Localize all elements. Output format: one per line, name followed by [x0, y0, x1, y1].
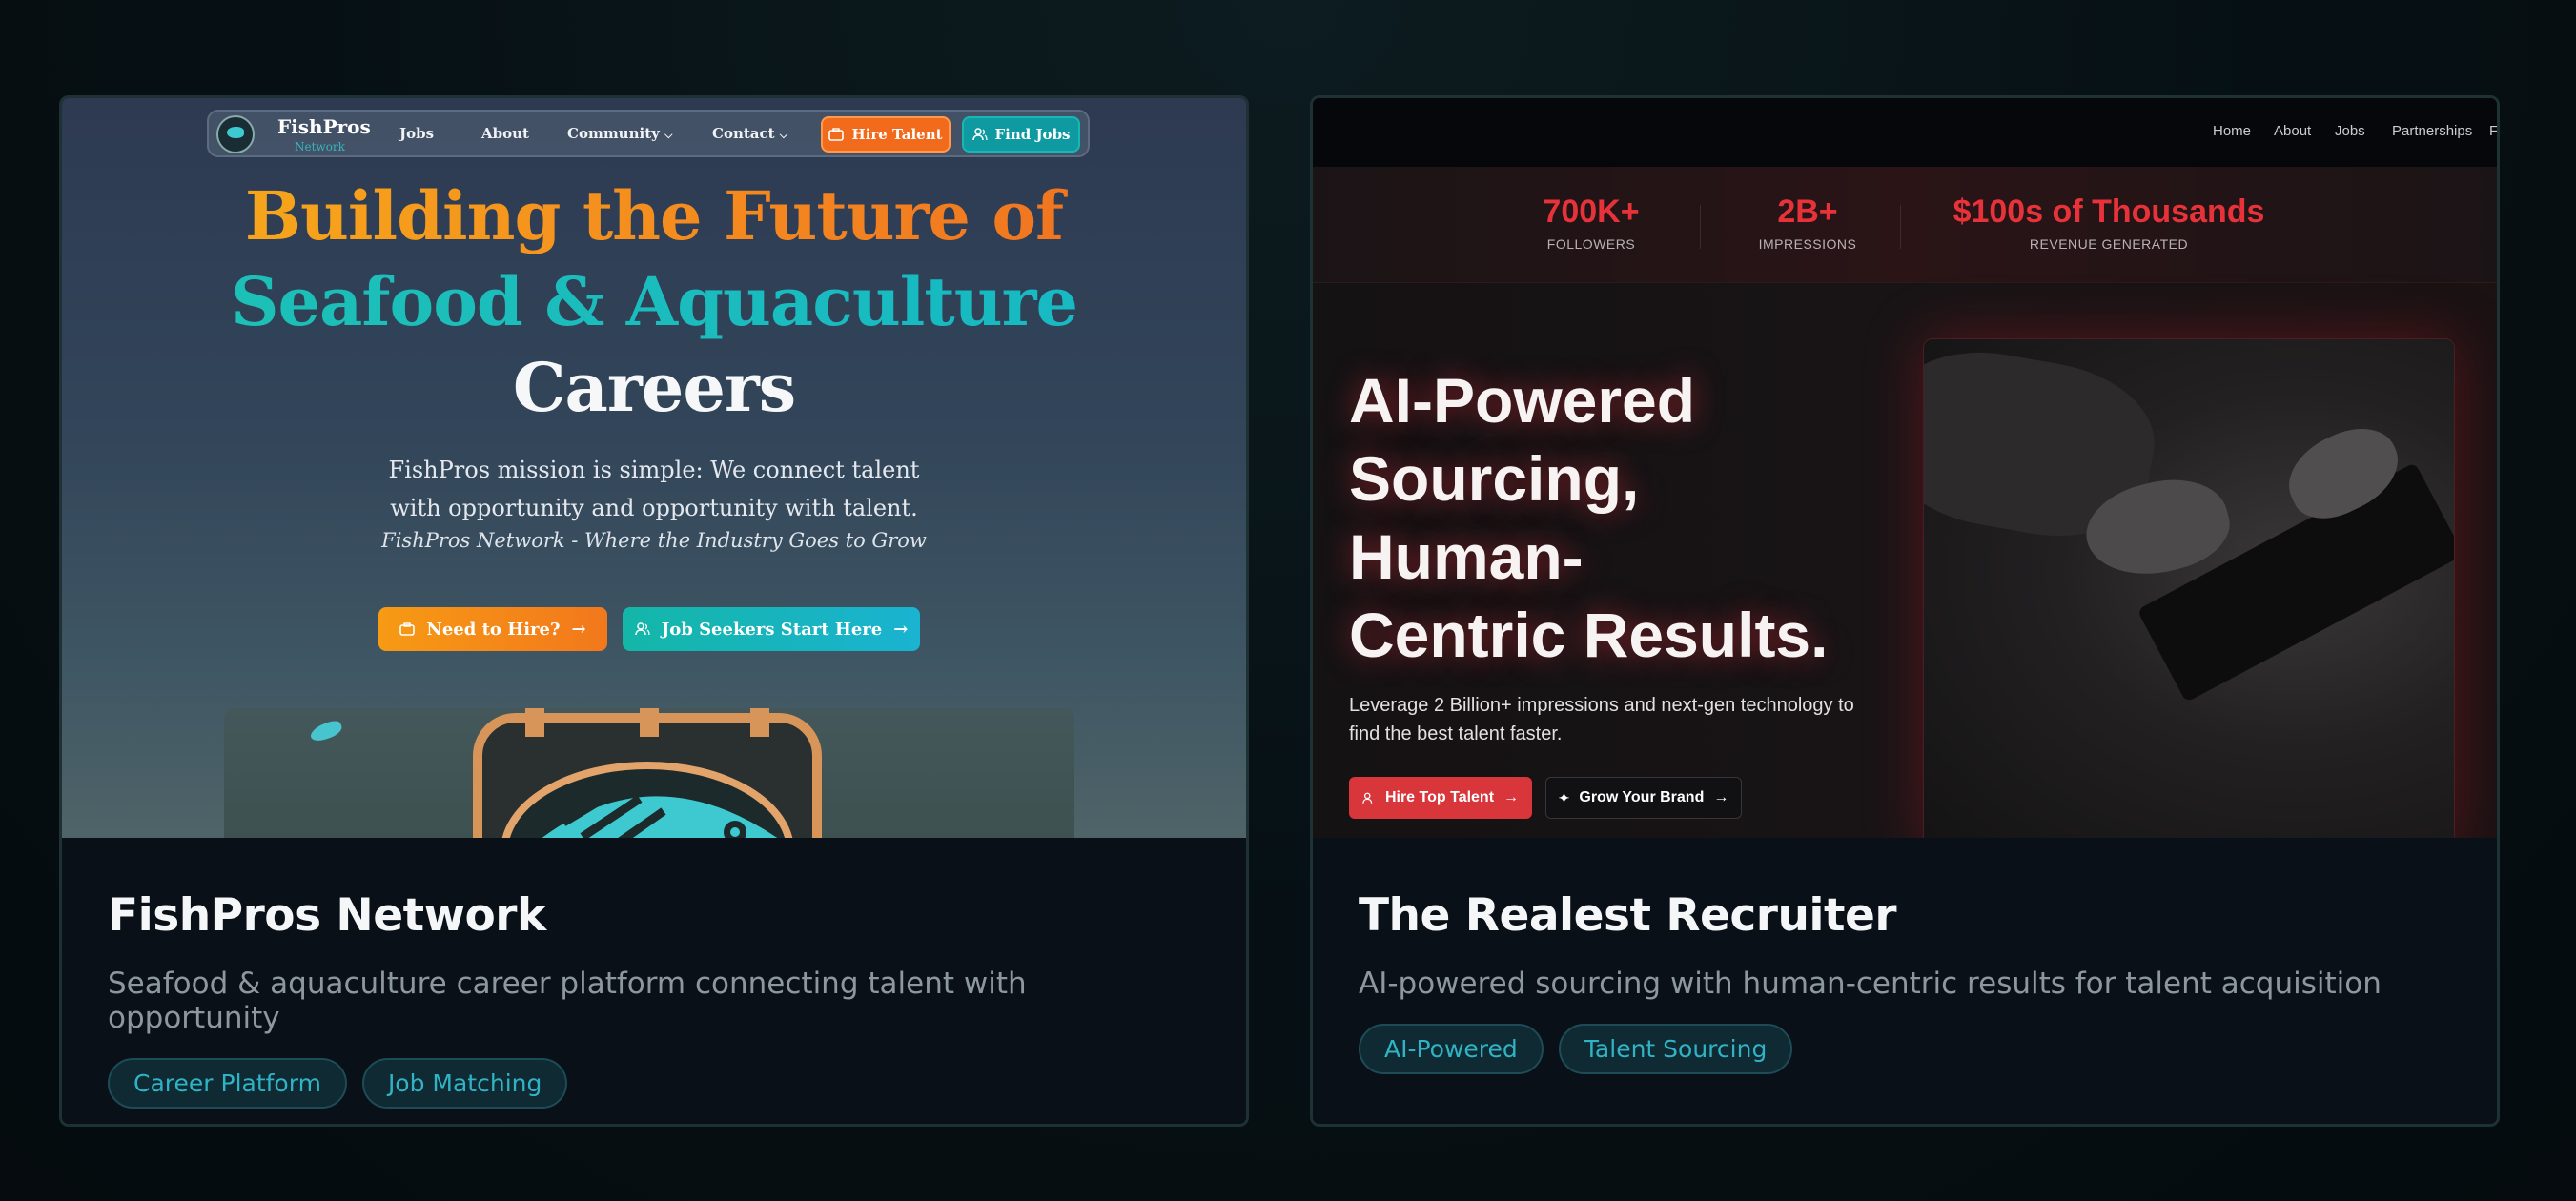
- small-fish-icon: [308, 718, 344, 744]
- fishpros-navbar: FishPros Network Jobs About Community ⌵ …: [207, 110, 1090, 157]
- need-to-hire-button[interactable]: Need to Hire? →: [378, 607, 607, 651]
- grow-your-brand-button[interactable]: ✦ Grow Your Brand →: [1545, 777, 1742, 819]
- nav-jobs[interactable]: Jobs: [399, 125, 434, 142]
- stats-bar: 700K+ FOLLOWERS 2B+ IMPRESSIONS $100s of…: [1313, 167, 2497, 283]
- hire-talent-button[interactable]: Hire Talent: [821, 116, 951, 153]
- project-card-fishpros[interactable]: FishPros Network Jobs About Community ⌵ …: [59, 95, 1249, 1127]
- need-to-hire-label: Need to Hire?: [426, 619, 561, 640]
- tag-job-matching: Job Matching: [361, 1058, 568, 1109]
- hire-top-talent-button[interactable]: Hire Top Talent →: [1349, 777, 1532, 819]
- grow-your-brand-label: Grow Your Brand: [1579, 789, 1705, 805]
- stat-divider: [1700, 205, 1701, 249]
- typing-hands-photo: [1923, 338, 2455, 838]
- nav-truncated[interactable]: F: [2489, 123, 2497, 139]
- nav-contact-label: Contact: [712, 125, 775, 142]
- nav-partnerships[interactable]: Partnerships: [2392, 123, 2472, 139]
- nav-community[interactable]: Community ⌵: [567, 125, 672, 142]
- stat-value: $100s of Thousands: [1952, 193, 2265, 230]
- hire-top-talent-label: Hire Top Talent: [1384, 789, 1495, 805]
- users-icon: [1362, 792, 1373, 804]
- briefcase-icon: [399, 622, 416, 636]
- stat-value: 700K+: [1543, 193, 1640, 230]
- realest-recruiter-info: The Realest Recruiter AI-powered sourcin…: [1313, 838, 2497, 1124]
- fish-emblem-icon: [473, 708, 822, 838]
- stat-followers: 700K+ FOLLOWERS: [1534, 193, 1648, 252]
- sparkles-icon: ✦: [1558, 789, 1570, 805]
- fishpros-info: FishPros Network Seafood & aquaculture c…: [62, 838, 1246, 1124]
- job-seekers-label: Job Seekers Start Here: [661, 619, 883, 640]
- users-icon: [971, 128, 988, 141]
- hire-talent-label: Hire Talent: [851, 126, 943, 143]
- tag-talent-sourcing: Talent Sourcing: [1558, 1024, 1793, 1074]
- nav-about[interactable]: About: [2274, 123, 2311, 139]
- arrow-right-icon: →: [893, 619, 909, 640]
- hero-headline: AI-Powered Sourcing, Human- Centric Resu…: [1349, 361, 1883, 674]
- find-jobs-button[interactable]: Find Jobs: [962, 116, 1080, 153]
- chevron-down-icon: ⌵: [664, 129, 673, 141]
- project-tags: AI-Powered Talent Sourcing: [1359, 1024, 2451, 1074]
- nav-community-label: Community: [567, 125, 660, 142]
- rr-navbar: Home About Jobs Partnerships F: [1313, 98, 2497, 167]
- stat-value: 2B+: [1777, 193, 1838, 230]
- stat-impressions: 2B+ IMPRESSIONS: [1746, 193, 1870, 252]
- hero-headline-line-1: AI-Powered: [1349, 365, 1696, 436]
- hero-headline-line-3: Human-: [1349, 521, 1584, 592]
- stat-label: FOLLOWERS: [1546, 236, 1636, 252]
- project-description: AI-powered sourcing with human-centric r…: [1359, 967, 2382, 1001]
- users-icon: [634, 622, 650, 636]
- stat-revenue: $100s of Thousands REVENUE GENERATED: [1942, 193, 2276, 252]
- fishpros-brand-sub: Network: [295, 140, 345, 153]
- tag-career-platform: Career Platform: [108, 1058, 347, 1109]
- hero-subtext: Leverage 2 Billion+ impressions and next…: [1349, 695, 1854, 744]
- project-description: Seafood & aquaculture career platform co…: [108, 967, 1027, 1035]
- hero-headline-line-4: Centric Results.: [1349, 600, 1829, 670]
- nav-jobs[interactable]: Jobs: [2335, 123, 2365, 139]
- nav-about[interactable]: About: [481, 125, 529, 142]
- fishpros-brand[interactable]: FishPros: [277, 115, 371, 138]
- job-seekers-button[interactable]: Job Seekers Start Here →: [623, 607, 920, 651]
- mission-text: FishPros mission is simple: We connect t…: [388, 457, 920, 521]
- chevron-down-icon: ⌵: [779, 129, 788, 141]
- fishpros-logo-icon[interactable]: [216, 115, 255, 153]
- hero-headline-line-1: Building the Future of: [62, 176, 1246, 255]
- project-title[interactable]: FishPros Network: [108, 889, 1200, 942]
- project-tags: Career Platform Job Matching: [108, 1058, 1200, 1109]
- stat-divider: [1900, 205, 1901, 249]
- project-title[interactable]: The Realest Recruiter: [1359, 889, 2451, 942]
- arrow-right-icon: →: [1713, 789, 1729, 805]
- project-card-realest-recruiter[interactable]: Home About Jobs Partnerships F 700K+ FOL…: [1310, 95, 2500, 1127]
- hero-fish-emblem-image: [224, 708, 1074, 838]
- stat-label: IMPRESSIONS: [1758, 236, 1857, 252]
- arrow-right-icon: →: [571, 619, 586, 640]
- hero-headline-line-2: Seafood & Aquaculture: [62, 262, 1246, 341]
- hero-headline-line-2: Sourcing,: [1349, 443, 1640, 514]
- realest-recruiter-preview[interactable]: Home About Jobs Partnerships F 700K+ FOL…: [1313, 98, 2497, 838]
- find-jobs-label: Find Jobs: [994, 126, 1071, 143]
- tag-ai-powered: AI-Powered: [1359, 1024, 1544, 1074]
- arrow-right-icon: →: [1503, 789, 1520, 805]
- nav-home[interactable]: Home: [2213, 123, 2251, 139]
- hero-headline-line-3: Careers: [512, 348, 796, 427]
- fishpros-preview[interactable]: FishPros Network Jobs About Community ⌵ …: [62, 98, 1246, 838]
- tagline-text: FishPros Network - Where the Industry Go…: [381, 529, 927, 552]
- stat-label: REVENUE GENERATED: [2029, 236, 2189, 252]
- briefcase-icon: [828, 128, 845, 141]
- nav-contact[interactable]: Contact ⌵: [712, 125, 787, 142]
